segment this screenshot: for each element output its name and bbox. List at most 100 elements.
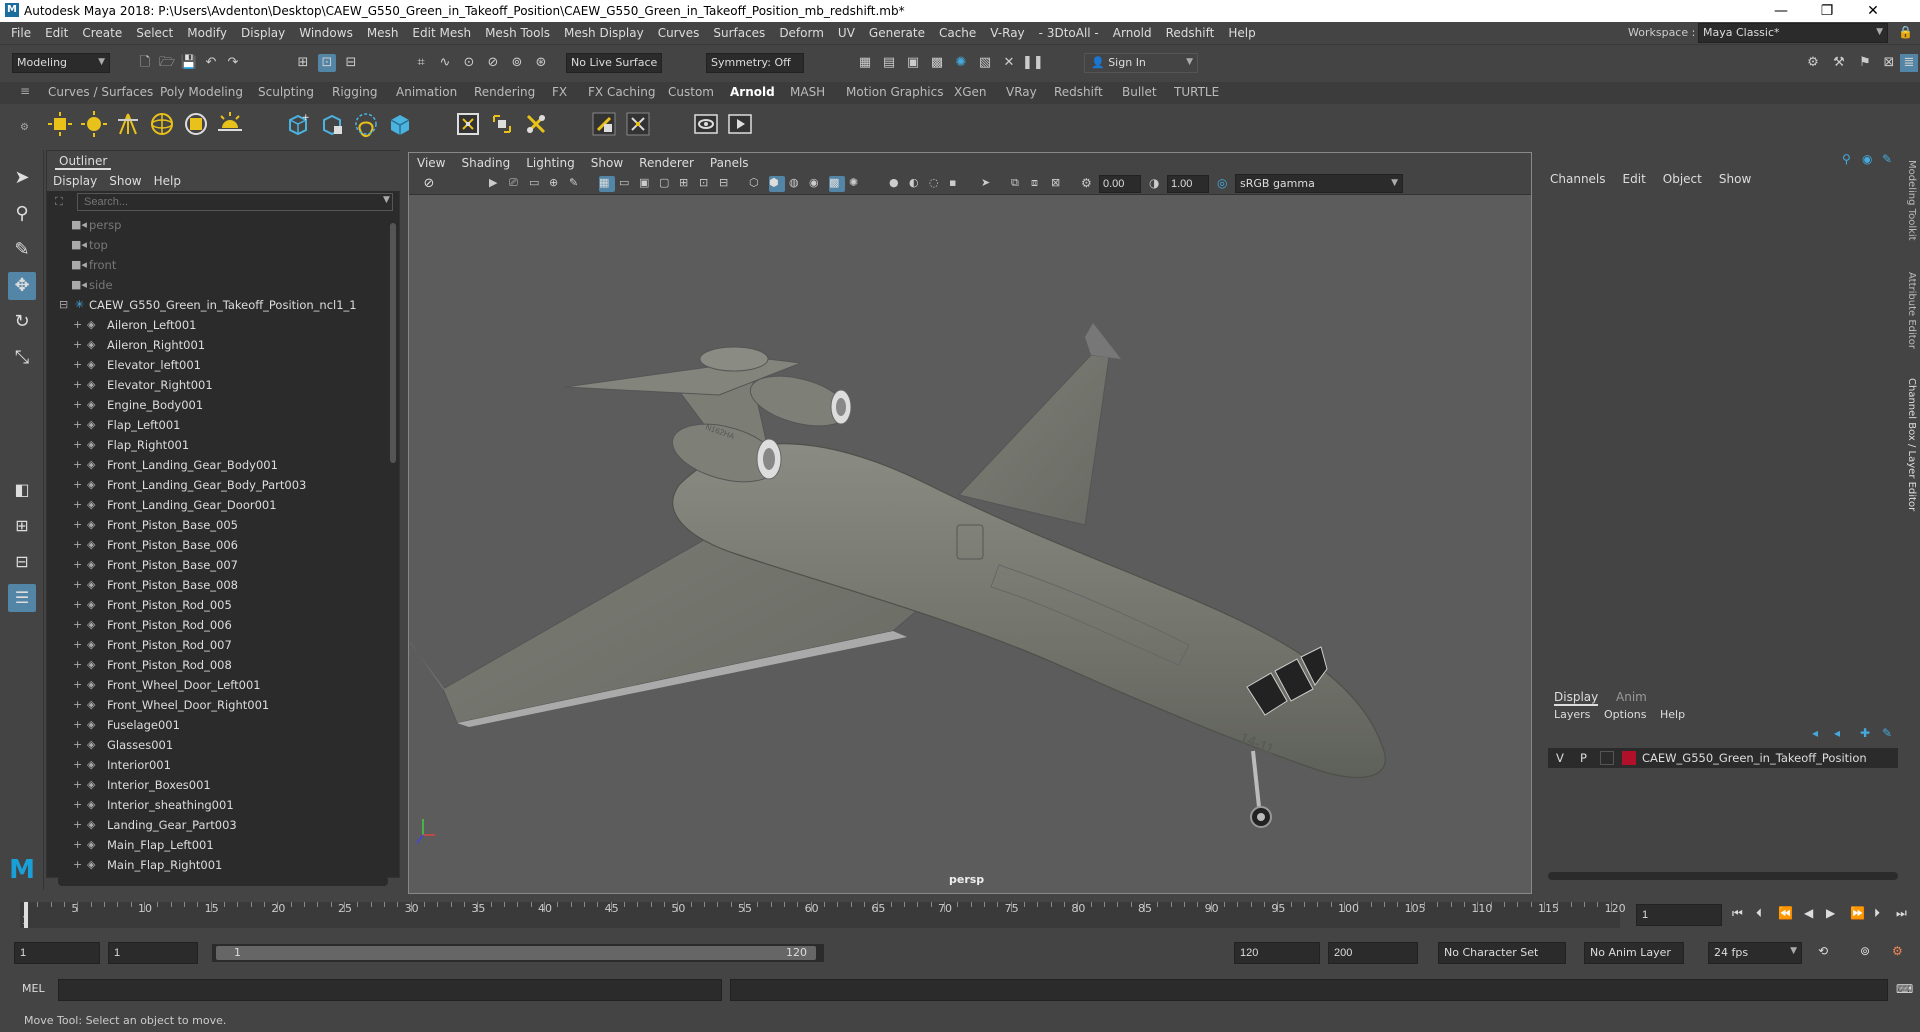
channel-box-menu-edit[interactable]: Edit (1623, 172, 1655, 186)
outliner-mesh-item[interactable]: + ◈ Main_Flap_Right001 (47, 855, 387, 875)
outliner-mesh-item[interactable]: + ◈ Landing_Gear_Part003 (47, 815, 387, 835)
shelf-tab-curves-surfaces[interactable]: Curves / Surfaces (48, 85, 153, 99)
outliner-mesh-item[interactable]: + ◈ Front_Wheel_Door_Left001 (47, 675, 387, 695)
shelf-tab-rendering[interactable]: Rendering (474, 85, 535, 99)
area-light-icon[interactable] (46, 110, 74, 138)
menu-arnold[interactable]: Arnold (1106, 26, 1159, 40)
scrollbar-thumb[interactable] (390, 223, 396, 463)
outliner-mesh-item[interactable]: + ◈ Front_Piston_Base_008 (47, 575, 387, 595)
shelf-tab-poly-modeling[interactable]: Poly Modeling (160, 85, 243, 99)
menu-generate[interactable]: Generate (862, 26, 932, 40)
curve-collector-icon[interactable] (352, 110, 380, 138)
animation-start-field[interactable] (14, 942, 100, 964)
xray-components-icon[interactable]: ⊠ (1051, 176, 1067, 192)
single-view-layout-icon[interactable]: ◧ (8, 476, 36, 504)
outliner-mesh-item[interactable]: + ◈ Aileron_Left001 (47, 315, 387, 335)
anim-layer-dropdown[interactable]: No Anim Layer (1584, 942, 1684, 964)
symmetry-dropdown[interactable]: Symmetry: Off (706, 53, 804, 73)
expand-icon[interactable]: + (73, 638, 82, 651)
render-frame-icon[interactable]: ▣ (904, 54, 922, 72)
layer-menu-options[interactable]: Options (1604, 708, 1646, 721)
standin-icon[interactable]: + (284, 110, 312, 138)
tool-settings-icon[interactable]: ⚑ (1856, 54, 1874, 72)
menu-curves[interactable]: Curves (651, 26, 707, 40)
select-tool-icon[interactable]: ➤ (8, 164, 36, 192)
outliner-mesh-item[interactable]: + ◈ Interior001 (47, 755, 387, 775)
save-scene-icon[interactable]: 💾 (180, 54, 198, 72)
expand-icon[interactable]: + (73, 738, 82, 751)
modeling-toolkit-icon[interactable]: ⚙ (1804, 54, 1822, 72)
outliner-mesh-item[interactable]: + ◈ Elevator_Right001 (47, 375, 387, 395)
layer-playback-toggle[interactable]: P (1580, 751, 1587, 765)
outliner-mesh-item[interactable]: + ◈ Front_Piston_Rod_008 (47, 655, 387, 675)
new-layer-icon[interactable]: ✚ (1860, 726, 1870, 740)
volume-icon[interactable] (386, 110, 414, 138)
outliner-mesh-item[interactable]: + ◈ Engine_Body001 (47, 395, 387, 415)
outliner-camera-item[interactable]: ■◂ top (47, 235, 387, 255)
outliner-mesh-item[interactable]: + ◈ Aileron_Right001 (47, 335, 387, 355)
shelf-options-icon[interactable]: ⚙ (20, 122, 29, 133)
menu-create[interactable]: Create (75, 26, 129, 40)
range-slider[interactable]: 1 120 (212, 944, 824, 962)
channel-box-menu-object[interactable]: Object (1663, 172, 1711, 186)
layer-editor-icon[interactable]: ≣ (1900, 54, 1918, 72)
film-gate-icon[interactable]: ▭ (619, 176, 635, 192)
wireframe-on-shaded-icon[interactable]: ◍ (789, 176, 805, 192)
viewport-menu-view[interactable]: View (409, 156, 453, 170)
viewport-menu-show[interactable]: Show (583, 156, 631, 170)
menu-display[interactable]: Display (234, 26, 292, 40)
outliner-camera-item[interactable]: ■◂ persp (47, 215, 387, 235)
render-view-icon[interactable]: ▤ (880, 54, 898, 72)
aircraft-model[interactable]: 14-11 N162HA (409, 195, 1531, 871)
viewport-menu-panels[interactable]: Panels (702, 156, 757, 170)
script-editor-icon[interactable]: ⌨ (1896, 982, 1913, 996)
physical-sky-icon[interactable] (182, 110, 210, 138)
menu-vray[interactable]: V-Ray (983, 26, 1031, 40)
side-tab-modeling-toolkit[interactable]: Modeling Toolkit (1906, 160, 1917, 241)
fps-dropdown[interactable]: 24 fps ▼ (1708, 942, 1802, 964)
field-chart-icon[interactable]: ⊞ (679, 176, 695, 192)
layer-horizontal-scrollbar[interactable] (1548, 872, 1898, 880)
step-back-key-icon[interactable]: ⏪ (1778, 906, 1793, 920)
hypershade-icon[interactable]: ✺ (952, 54, 970, 72)
select-object-icon[interactable]: ⊡ (318, 54, 336, 72)
workspace-dropdown[interactable]: Maya Classic* ▼ (1698, 23, 1888, 43)
channel-box-menu-channels[interactable]: Channels (1550, 172, 1615, 186)
shelf-tab-mash[interactable]: MASH (790, 85, 825, 99)
expand-icon[interactable]: + (73, 598, 82, 611)
gate-mask-icon[interactable]: ▢ (659, 176, 675, 192)
layer-row[interactable]: V P CAEW_G550_Green_in_Takeoff_Position (1548, 748, 1898, 768)
expand-icon[interactable]: + (73, 698, 82, 711)
shelf-tab-animation[interactable]: Animation (396, 85, 457, 99)
menu-mesh-tools[interactable]: Mesh Tools (478, 26, 557, 40)
snap-point-icon[interactable]: ⊙ (460, 54, 478, 72)
depth-of-field-icon[interactable]: ▪ (949, 176, 965, 192)
export-standin-icon[interactable] (318, 110, 346, 138)
image-plane-icon[interactable]: ▭ (529, 176, 545, 192)
outliner-search-input[interactable] (77, 193, 393, 211)
shelf-tab-arnold[interactable]: Arnold (730, 85, 775, 99)
anti-aliasing-icon[interactable]: ◌ (929, 176, 945, 192)
snap-curve-icon[interactable]: ∿ (436, 54, 454, 72)
collapse-icon[interactable]: ⊟ (59, 298, 68, 311)
outliner-mesh-item[interactable]: + ◈ Front_Piston_Base_007 (47, 555, 387, 575)
menu-edit-mesh[interactable]: Edit Mesh (405, 26, 478, 40)
color-management-icon[interactable]: ◎ (1217, 176, 1233, 192)
minimize-button[interactable]: — (1758, 0, 1804, 22)
xray-icon[interactable]: ⧉ (1011, 176, 1027, 192)
command-language-label[interactable]: MEL (22, 982, 45, 995)
expand-icon[interactable]: + (73, 818, 82, 831)
select-component-icon[interactable]: ⊟ (342, 54, 360, 72)
outliner-vertical-scrollbar[interactable] (388, 213, 398, 863)
outliner-tab[interactable]: Outliner (55, 154, 112, 170)
open-scene-icon[interactable]: 🗁 (158, 54, 176, 72)
outliner-mesh-item[interactable]: + ◈ Main_Flap_Left001 (47, 835, 387, 855)
outliner-menu-display[interactable]: Display (47, 174, 103, 188)
outliner-mesh-item[interactable]: + ◈ Elevator_left001 (47, 355, 387, 375)
animation-end-field[interactable] (1328, 942, 1418, 964)
expand-icon[interactable]: + (73, 398, 82, 411)
two-view-layout-icon[interactable]: ⊟ (8, 548, 36, 576)
exposure-icon[interactable]: ⚙ (1081, 176, 1097, 192)
viewport-menu-shading[interactable]: Shading (453, 156, 518, 170)
playback-start-field[interactable] (108, 942, 198, 964)
